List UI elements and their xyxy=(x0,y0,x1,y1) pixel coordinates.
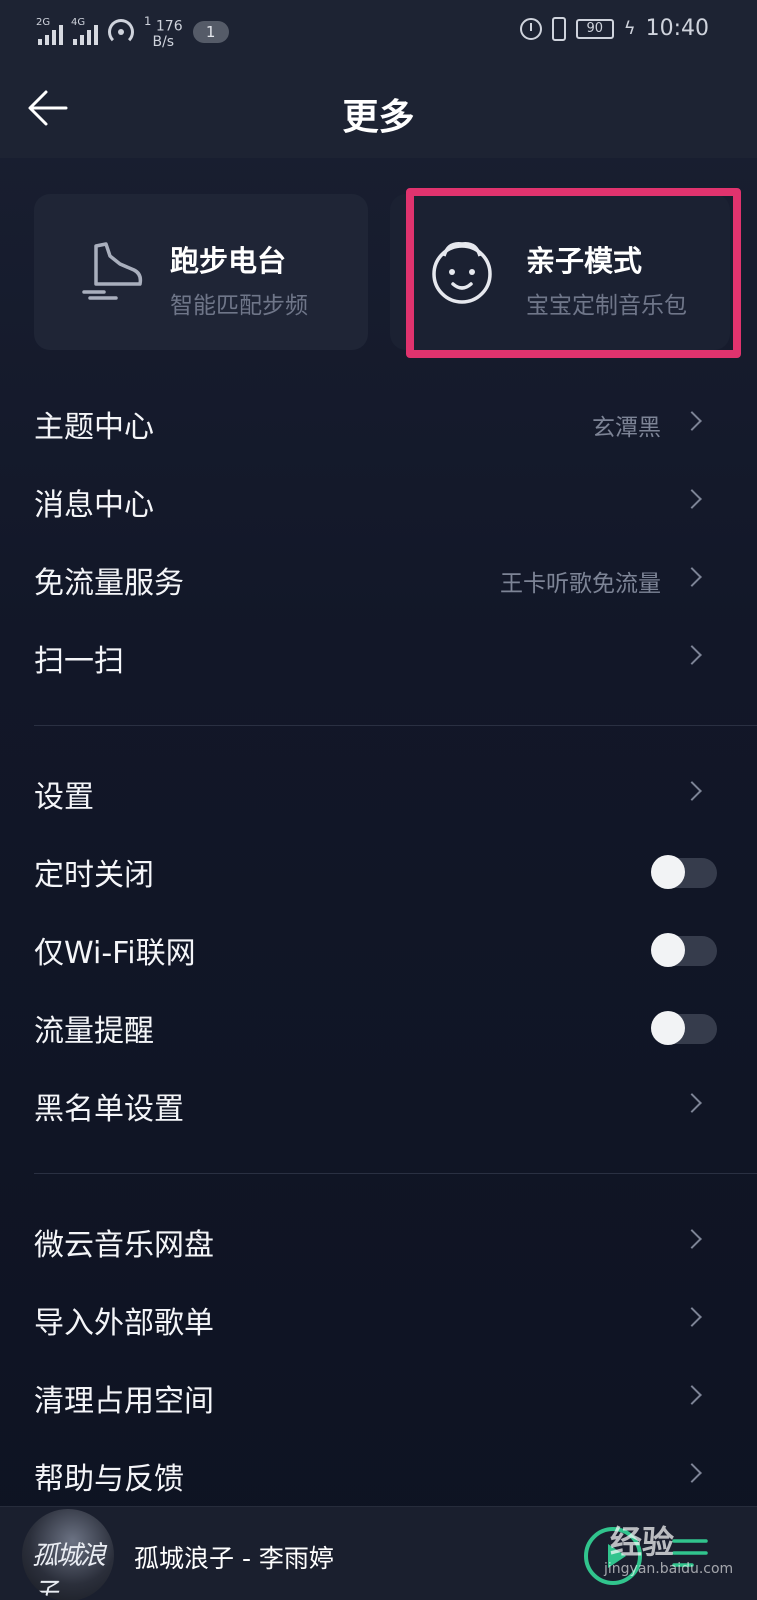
chevron-right-icon xyxy=(682,411,702,431)
chevron-right-icon xyxy=(682,1307,702,1327)
timer-off-toggle[interactable] xyxy=(651,855,717,889)
list-item-free-data[interactable]: 免流量服务 王卡听歌免流量 xyxy=(0,544,757,616)
list-item-import-playlist[interactable]: 导入外部歌单 xyxy=(0,1284,757,1356)
list-item-theme-center[interactable]: 主题中心 玄潭黑 xyxy=(0,388,757,460)
vibrate-icon xyxy=(551,16,566,41)
list-item-clean-storage[interactable]: 清理占用空间 xyxy=(0,1362,757,1434)
chevron-right-icon xyxy=(682,489,702,509)
status-bar: 2G 4G 1 176 B/s 1 90 ϟ 10:40 xyxy=(0,0,757,62)
running-radio-subtitle: 智能匹配步频 xyxy=(170,293,308,319)
hotspot-icon xyxy=(108,18,134,45)
chevron-right-icon xyxy=(682,1229,702,1249)
chevron-right-icon xyxy=(682,645,702,665)
network-speed: 1 176 B/s xyxy=(144,14,183,50)
data-reminder-toggle[interactable] xyxy=(651,1011,717,1045)
charging-icon: ϟ xyxy=(623,18,636,39)
list-item-settings[interactable]: 设置 xyxy=(0,758,757,830)
list-item-help-feedback[interactable]: 帮助与反馈 xyxy=(0,1440,757,1512)
album-art[interactable]: 孤城浪子 xyxy=(22,1509,114,1600)
chevron-right-icon xyxy=(682,781,702,801)
running-radio-card[interactable]: 跑步电台 智能匹配步频 xyxy=(34,194,368,350)
signal-icon-2g: 2G xyxy=(36,17,63,45)
list-item-weiyun-drive[interactable]: 微云音乐网盘 xyxy=(0,1206,757,1278)
song-title: 孤城浪子 - 李雨婷 xyxy=(134,1544,334,1573)
header: 更多 xyxy=(0,62,757,158)
clock: 10:40 xyxy=(645,16,709,41)
list-item-scan[interactable]: 扫一扫 xyxy=(0,622,757,694)
chevron-right-icon xyxy=(682,1385,702,1405)
running-radio-title: 跑步电台 xyxy=(170,244,287,278)
chevron-right-icon xyxy=(682,1093,702,1113)
free-data-value: 王卡听歌免流量 xyxy=(500,571,661,597)
kids-mode-title: 亲子模式 xyxy=(526,244,643,278)
theme-value: 玄潭黑 xyxy=(592,415,661,441)
wifi-only-toggle[interactable] xyxy=(651,933,717,967)
kids-mode-subtitle: 宝宝定制音乐包 xyxy=(526,293,687,319)
running-shoe-icon xyxy=(82,242,143,300)
chevron-right-icon xyxy=(682,567,702,587)
baby-face-icon xyxy=(432,242,492,304)
list-item-timer-off: 定时关闭 xyxy=(0,836,757,908)
watermark-url: jingyan.baidu.com xyxy=(604,1561,734,1577)
kids-mode-card[interactable]: 亲子模式 宝宝定制音乐包 xyxy=(390,194,730,350)
more-page: 2G 4G 1 176 B/s 1 90 ϟ 10:40 更多 跑步电台 智能匹… xyxy=(0,0,757,1600)
list-item-blacklist[interactable]: 黑名单设置 xyxy=(0,1070,757,1142)
watermark: 经验 xyxy=(610,1523,675,1561)
battery-icon: 90 xyxy=(575,18,614,39)
alarm-icon xyxy=(519,17,542,40)
signal-icon-4g: 4G xyxy=(71,17,98,45)
divider xyxy=(34,1173,757,1174)
divider xyxy=(34,725,757,726)
list-item-wifi-only: 仅Wi-Fi联网 xyxy=(0,914,757,986)
list-item-message-center[interactable]: 消息中心 xyxy=(0,466,757,538)
notification-badge: 1 xyxy=(192,20,229,43)
page-title: 更多 xyxy=(342,97,415,138)
chevron-right-icon xyxy=(682,1463,702,1483)
list-item-data-reminder: 流量提醒 xyxy=(0,992,757,1064)
mini-player[interactable]: 孤城浪子 孤城浪子 - 李雨婷 经验 jingyan.baidu.com xyxy=(0,1506,757,1600)
